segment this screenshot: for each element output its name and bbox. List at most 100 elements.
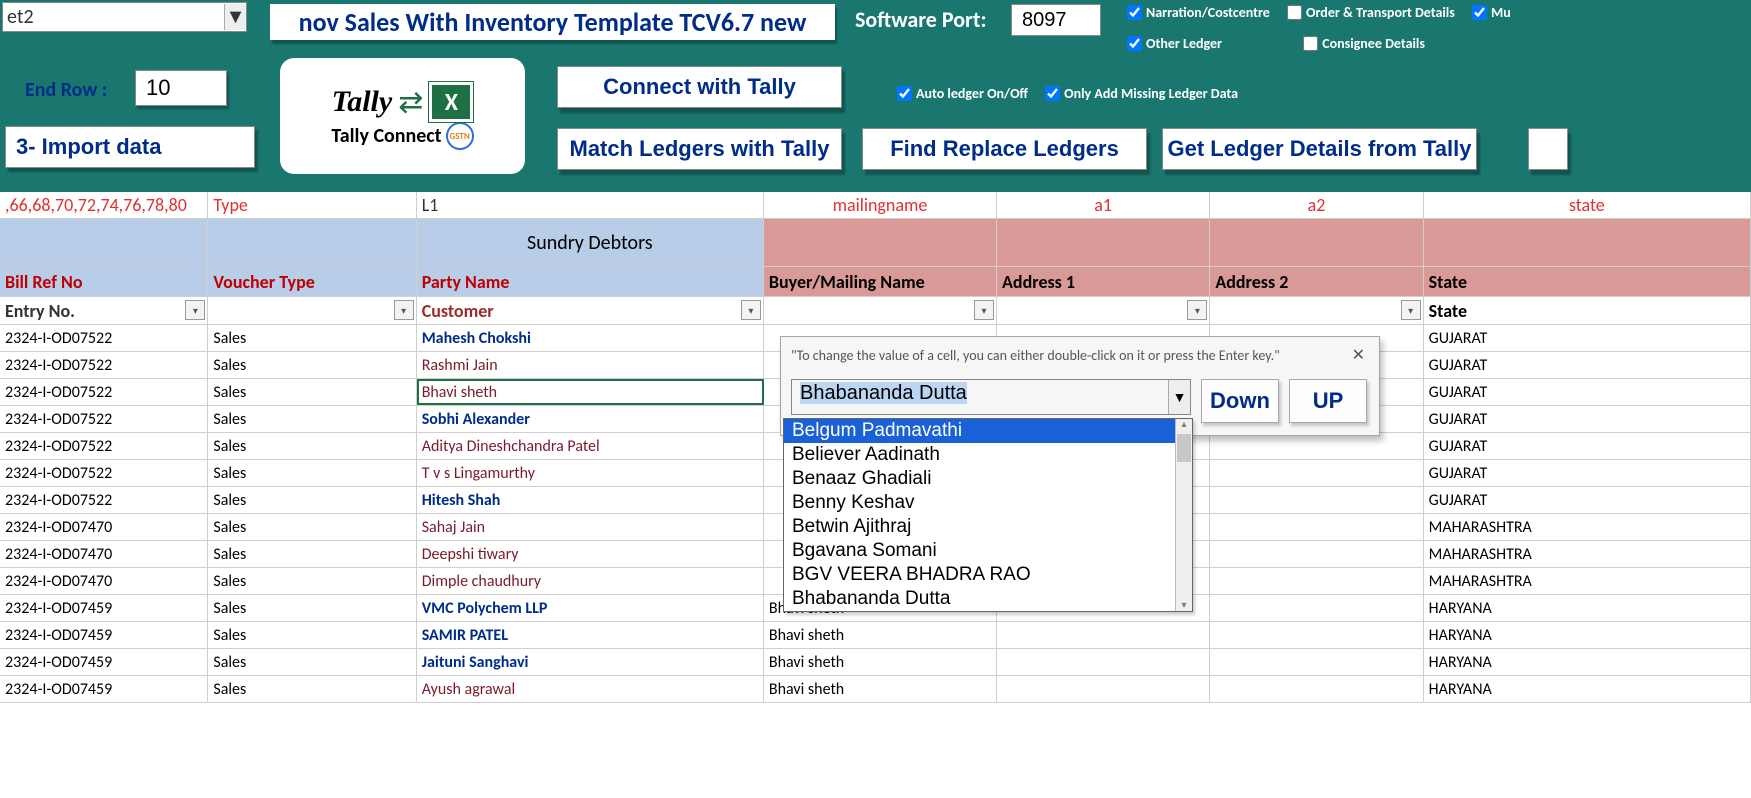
cell[interactable]: Sahaj Jain: [417, 514, 764, 540]
cell[interactable]: Aditya Dineshchandra Patel: [417, 433, 764, 459]
cell[interactable]: T v s Lingamurthy: [417, 460, 764, 486]
popup-combo-input[interactable]: Bhabananda Dutta: [791, 379, 1191, 415]
cell[interactable]: [997, 676, 1210, 702]
cell[interactable]: Sales: [208, 325, 416, 351]
cell[interactable]: 2324-I-OD07459: [0, 676, 208, 702]
cell[interactable]: Ayush agrawal: [417, 676, 764, 702]
filter-icon[interactable]: ▾: [1187, 300, 1207, 320]
cell[interactable]: 2324-I-OD07522: [0, 406, 208, 432]
cell[interactable]: GUJARAT: [1424, 406, 1751, 432]
up-button[interactable]: UP: [1289, 379, 1367, 423]
hdr1-a[interactable]: ,66,68,70,72,74,76,78,80: [0, 192, 208, 218]
cell[interactable]: [1210, 433, 1423, 459]
cell[interactable]: Bhavi sheth: [764, 649, 997, 675]
cell[interactable]: Bhavi sheth: [764, 676, 997, 702]
cell[interactable]: 2324-I-OD07470: [0, 541, 208, 567]
chk-consignee[interactable]: Consignee Details: [1303, 35, 1425, 52]
cell[interactable]: GUJARAT: [1424, 433, 1751, 459]
chk-auto-ledger[interactable]: Auto ledger On/Off: [897, 85, 1028, 102]
cell[interactable]: Rashmi Jain: [417, 352, 764, 378]
chk-mu-box[interactable]: [1472, 5, 1487, 20]
cell[interactable]: GUJARAT: [1424, 460, 1751, 486]
hdr1-f[interactable]: a2: [1210, 192, 1423, 218]
cell[interactable]: Bhavi sheth: [417, 379, 764, 405]
cell[interactable]: 2324-I-OD07522: [0, 460, 208, 486]
hdr-addr2[interactable]: Address 2: [1210, 267, 1423, 296]
filter-icon[interactable]: ▾: [394, 300, 414, 320]
cell[interactable]: 2324-I-OD07459: [0, 595, 208, 621]
cell[interactable]: HARYANA: [1424, 676, 1751, 702]
filt-customer[interactable]: Customer▾: [417, 297, 764, 324]
hdr2-f[interactable]: [1210, 219, 1423, 266]
filt-vt[interactable]: ▾: [208, 297, 416, 324]
cell[interactable]: [1210, 460, 1423, 486]
hdr-party-name[interactable]: Party Name: [417, 267, 764, 296]
hdr-bill-ref[interactable]: Bill Ref No: [0, 267, 208, 296]
cell[interactable]: Dimple chaudhury: [417, 568, 764, 594]
cell[interactable]: MAHARASHTRA: [1424, 568, 1751, 594]
hdr2-g[interactable]: [1424, 219, 1751, 266]
chk-narration[interactable]: Narration/Costcentre: [1127, 4, 1270, 21]
cell[interactable]: Sales: [208, 649, 416, 675]
end-row-input[interactable]: [135, 70, 227, 106]
dropdown-option[interactable]: Belgum Padmavathi: [784, 419, 1192, 443]
filter-icon[interactable]: ▾: [974, 300, 994, 320]
hdr2-e[interactable]: [997, 219, 1210, 266]
cell[interactable]: Sales: [208, 406, 416, 432]
close-icon[interactable]: ✕: [1346, 343, 1371, 367]
chk-narration-box[interactable]: [1127, 5, 1142, 20]
filt-state[interactable]: State: [1424, 297, 1751, 324]
cell[interactable]: Sales: [208, 487, 416, 513]
filt-a2[interactable]: ▾: [1210, 297, 1423, 324]
chk-order[interactable]: Order & Transport Details: [1287, 4, 1455, 21]
chk-only-add[interactable]: Only Add Missing Ledger Data: [1045, 85, 1238, 102]
cell[interactable]: [1210, 541, 1423, 567]
cell[interactable]: [1210, 676, 1423, 702]
hdr1-c[interactable]: L1: [417, 192, 764, 218]
scrollbar-thumb[interactable]: [1177, 434, 1191, 462]
match-ledgers-button[interactable]: Match Ledgers with Tally: [557, 128, 842, 170]
dropdown-option[interactable]: Betwin Ajithraj: [784, 515, 1192, 539]
cell[interactable]: 2324-I-OD07459: [0, 622, 208, 648]
cell[interactable]: Mahesh Chokshi: [417, 325, 764, 351]
cell[interactable]: 2324-I-OD07522: [0, 379, 208, 405]
filter-icon[interactable]: ▾: [741, 300, 761, 320]
cell[interactable]: 2324-I-OD07522: [0, 352, 208, 378]
cell[interactable]: Sales: [208, 541, 416, 567]
import-data-button[interactable]: 3- Import data: [5, 126, 255, 168]
cell[interactable]: Sales: [208, 595, 416, 621]
cell[interactable]: Jaituni Sanghavi: [417, 649, 764, 675]
cell[interactable]: GUJARAT: [1424, 379, 1751, 405]
find-replace-button[interactable]: Find Replace Ledgers: [862, 128, 1147, 170]
cell[interactable]: Sales: [208, 622, 416, 648]
cell[interactable]: Bhavi sheth: [764, 622, 997, 648]
hdr1-d[interactable]: mailingname: [764, 192, 997, 218]
popup-combo[interactable]: Bhabananda Dutta ▼: [791, 379, 1191, 415]
cell[interactable]: [1210, 568, 1423, 594]
cell[interactable]: GUJARAT: [1424, 352, 1751, 378]
filt-entry[interactable]: Entry No.▾: [0, 297, 208, 324]
hdr1-g[interactable]: state: [1424, 192, 1751, 218]
connect-tally-button[interactable]: Connect with Tally: [557, 66, 842, 108]
cell[interactable]: Deepshi tiwary: [417, 541, 764, 567]
scrollbar[interactable]: [1175, 419, 1192, 611]
dropdown-option[interactable]: Benaaz Ghadiali: [784, 467, 1192, 491]
dropdown-option[interactable]: BGV VEERA BHADRA RAO: [784, 563, 1192, 587]
chk-auto-ledger-box[interactable]: [897, 86, 912, 101]
dropdown-option[interactable]: Bhabananda Dutta: [784, 587, 1192, 611]
hdr-voucher-type[interactable]: Voucher Type: [208, 267, 416, 296]
filt-a1[interactable]: ▾: [997, 297, 1210, 324]
hdr2-a[interactable]: [0, 219, 208, 266]
cell[interactable]: GUJARAT: [1424, 487, 1751, 513]
software-port-input[interactable]: [1011, 4, 1101, 36]
cell[interactable]: [1210, 487, 1423, 513]
cell[interactable]: HARYANA: [1424, 649, 1751, 675]
cell[interactable]: Sales: [208, 352, 416, 378]
hdr2-b[interactable]: [208, 219, 416, 266]
cell[interactable]: Sales: [208, 460, 416, 486]
down-button[interactable]: Down: [1201, 379, 1279, 423]
sheet-combo[interactable]: et2 ▼: [2, 2, 247, 32]
cell[interactable]: [1210, 622, 1423, 648]
cell[interactable]: 2324-I-OD07470: [0, 568, 208, 594]
chevron-down-icon[interactable]: ▼: [1168, 380, 1190, 414]
